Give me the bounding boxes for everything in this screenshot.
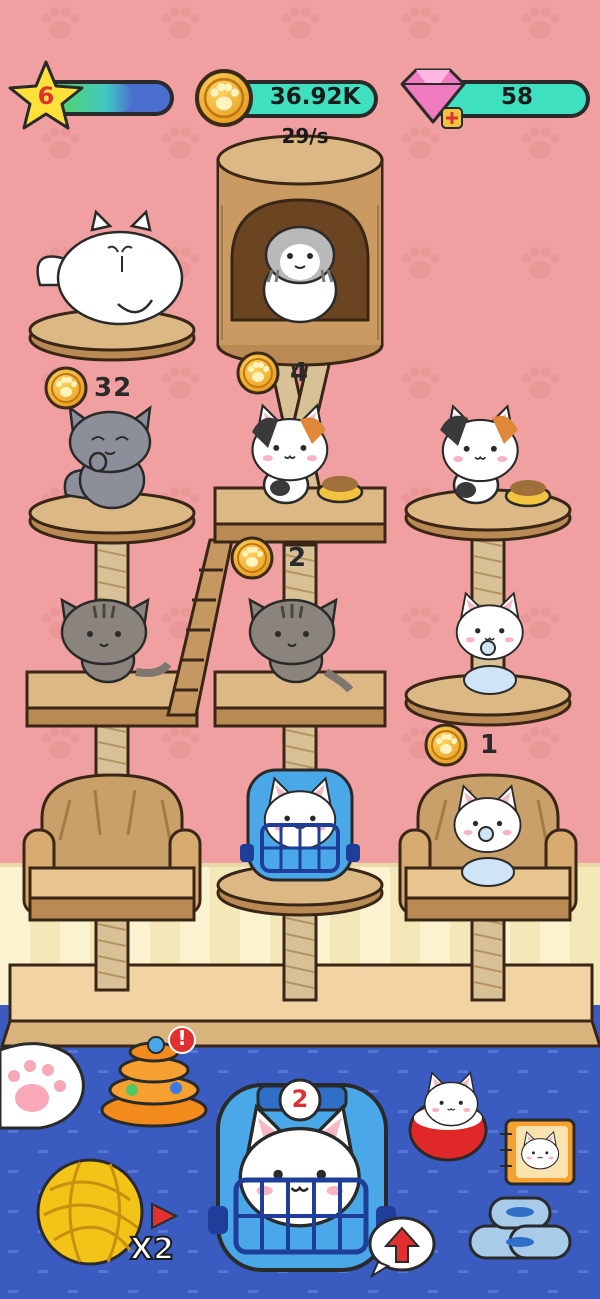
food-bowl-center bbox=[316, 476, 364, 504]
yarn-multiplier: x2 bbox=[129, 1231, 175, 1268]
coin-icon bbox=[230, 536, 274, 580]
coin-rate: 29/s bbox=[281, 124, 329, 148]
paw-button[interactable] bbox=[0, 1042, 85, 1130]
earning-amount-center-top: 4 bbox=[290, 358, 310, 388]
coin-balance: 36.92K bbox=[269, 84, 361, 110]
coin-icon bbox=[44, 366, 88, 410]
toy-alert-badge: ! bbox=[177, 1026, 187, 1050]
cat-kitten-right-upper[interactable] bbox=[455, 592, 524, 695]
notebook-button[interactable] bbox=[500, 1118, 576, 1186]
coin-currency-icon bbox=[197, 71, 251, 125]
level-number: 6 bbox=[37, 82, 55, 110]
game-screen: 6 36.92K 29/s 58 32 4 2 1 ! 2 x2 bbox=[0, 0, 600, 1299]
cat-gray[interactable] bbox=[63, 405, 152, 510]
cat-gray-tabby-house[interactable] bbox=[262, 225, 338, 324]
armchair-left bbox=[22, 773, 202, 922]
coin-icon bbox=[424, 723, 468, 767]
cat-kitten-right-lower[interactable] bbox=[453, 785, 522, 887]
gem-balance: 58 bbox=[500, 84, 533, 110]
coin-icon bbox=[236, 351, 280, 395]
earning-amount-right-mid: 1 bbox=[480, 730, 500, 760]
food-bowl-right bbox=[504, 480, 552, 508]
earning-amount-left-top: 32 bbox=[94, 373, 133, 403]
carrier-count-badge: 2 bbox=[291, 1085, 309, 1113]
earning-amount-center-mid: 2 bbox=[288, 543, 308, 573]
pet-carrier-center[interactable] bbox=[240, 768, 360, 882]
